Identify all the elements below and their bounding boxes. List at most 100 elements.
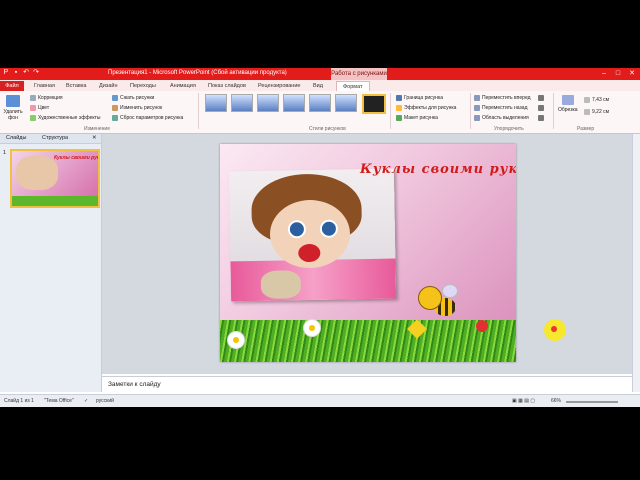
status-slide-count: Слайд 1 из 1 <box>4 398 34 404</box>
bee-wing <box>442 284 458 298</box>
picture-style-5[interactable] <box>309 94 331 112</box>
send-backward-icon <box>474 105 480 111</box>
tab-review[interactable]: Рецензирование <box>258 81 300 91</box>
picture-style-2[interactable] <box>231 94 253 112</box>
tab-view[interactable]: Вид <box>313 81 323 91</box>
minimize-icon[interactable]: – <box>598 69 610 78</box>
quick-access-toolbar: P ▪ ↶ ↷ <box>2 69 40 77</box>
picture-tools-header: Работа с рисунками <box>331 68 387 80</box>
selection-pane-button[interactable]: Область выделения <box>474 115 529 121</box>
compress-icon <box>112 95 118 101</box>
picture-style-3[interactable] <box>257 94 279 112</box>
picture-layout-button[interactable]: Макет рисунка <box>396 115 438 121</box>
tab-file[interactable]: Файл <box>0 81 24 91</box>
compress-pictures-button[interactable]: Сжать рисунки <box>112 95 154 101</box>
notes-placeholder: Заметки к слайду <box>108 381 161 388</box>
powerpoint-window: P ▪ ↶ ↷ Презентация1 - Microsoft PowerPo… <box>0 68 640 407</box>
spellcheck-icon[interactable]: ✓ <box>84 398 88 404</box>
tab-design[interactable]: Дизайн <box>99 81 118 91</box>
width-field[interactable]: 9,22 см <box>584 109 609 115</box>
slide-thumbnail[interactable]: Куклы своими руками <box>10 149 100 208</box>
effects-icon <box>396 105 402 111</box>
save-icon[interactable]: ▪ <box>12 69 20 77</box>
rotate-button[interactable] <box>538 115 544 121</box>
reset-picture-button[interactable]: Сброс параметров рисунка <box>112 115 183 121</box>
view-buttons[interactable]: ▣ ▦ ▤ ▢ <box>512 398 535 404</box>
grass-clipart <box>220 320 516 362</box>
close-icon[interactable]: ✕ <box>626 69 638 78</box>
slide-number: 1 <box>3 150 7 156</box>
panel-tabs: Слайды Структура ✕ <box>0 134 101 144</box>
bee-head <box>418 286 442 310</box>
mouse-cursor-highlight <box>544 319 566 341</box>
group-label-arrange: Упорядочить <box>494 126 524 132</box>
group-label-styles: Стили рисунков <box>309 126 346 132</box>
change-picture-button[interactable]: Изменить рисунок <box>112 105 162 111</box>
zoom-level[interactable]: 66% <box>551 398 561 404</box>
picture-effects-button[interactable]: Эффекты для рисунка <box>396 105 456 111</box>
bee-clipart <box>416 280 458 320</box>
window-title: Презентация1 - Microsoft PowerPoint (Сбо… <box>108 70 287 76</box>
reset-picture-icon <box>112 115 118 121</box>
selection-pane-icon <box>474 115 480 121</box>
send-backward-button[interactable]: Переместить назад <box>474 105 528 111</box>
tab-slides[interactable]: Слайды <box>6 135 26 141</box>
maximize-icon[interactable]: □ <box>612 69 624 78</box>
width-icon <box>584 109 590 115</box>
ribbon-separator <box>470 93 471 129</box>
red-flower <box>476 320 488 332</box>
slide-canvas[interactable]: Куклы своими руками <box>220 144 516 362</box>
group-button[interactable] <box>538 105 544 111</box>
notes-pane[interactable]: Заметки к слайду <box>102 376 632 393</box>
status-bar: Слайд 1 из 1 "Тема Office" ✓ русский ▣ ▦… <box>0 394 640 407</box>
thumbnail-title: Куклы своими руками <box>54 155 100 161</box>
align-button[interactable] <box>538 95 544 101</box>
ribbon-separator <box>198 93 199 129</box>
tab-home[interactable]: Главная <box>34 81 55 91</box>
slides-panel: Слайды Структура ✕ 1 Куклы своими руками <box>0 134 102 392</box>
daisy-flower <box>228 332 244 348</box>
crop-button[interactable]: Обрезка <box>558 95 578 113</box>
color-button[interactable]: Цвет <box>30 105 49 111</box>
tab-animation[interactable]: Анимация <box>170 81 196 91</box>
status-language[interactable]: русский <box>96 398 114 404</box>
picture-style-7[interactable] <box>362 94 386 114</box>
slide-title[interactable]: Куклы своими руками <box>360 162 516 177</box>
rotate-icon <box>538 115 544 121</box>
title-bar: P ▪ ↶ ↷ Презентация1 - Microsoft PowerPo… <box>0 68 640 80</box>
tab-slideshow[interactable]: Показ слайдов <box>208 81 246 91</box>
bring-forward-button[interactable]: Переместить вперед <box>474 95 531 101</box>
tab-insert[interactable]: Вставка <box>66 81 86 91</box>
close-panel-icon[interactable]: ✕ <box>92 135 97 141</box>
tab-transitions[interactable]: Переходы <box>130 81 156 91</box>
zoom-slider[interactable] <box>566 401 618 403</box>
bring-forward-icon <box>474 95 480 101</box>
status-theme: "Тема Office" <box>44 398 74 404</box>
undo-icon[interactable]: ↶ <box>22 69 30 77</box>
remove-background-icon <box>6 95 20 107</box>
change-picture-icon <box>112 105 118 111</box>
artistic-effects-icon <box>30 115 36 121</box>
picture-style-4[interactable] <box>283 94 305 112</box>
color-icon <box>30 105 36 111</box>
picture-style-1[interactable] <box>205 94 227 112</box>
window-controls: – □ ✕ <box>598 69 638 78</box>
ribbon-separator <box>390 93 391 129</box>
picture-style-6[interactable] <box>335 94 357 112</box>
doll-thumbnail <box>16 156 58 190</box>
corrections-button[interactable]: Коррекция <box>30 95 63 101</box>
vertical-scrollbar[interactable] <box>632 134 640 392</box>
layout-icon <box>396 115 402 121</box>
group-label-change: Изменение <box>84 126 110 132</box>
app-icon[interactable]: P <box>2 69 10 77</box>
thumbnail-grass <box>12 196 98 206</box>
remove-background-button[interactable]: Удалить фон <box>2 95 24 121</box>
artistic-effects-button[interactable]: Художественные эффекты <box>30 115 100 121</box>
doll-photo[interactable] <box>228 168 397 302</box>
height-field[interactable]: 7,43 см <box>584 97 609 103</box>
picture-border-button[interactable]: Граница рисунка <box>396 95 443 101</box>
ribbon-separator <box>553 93 554 129</box>
redo-icon[interactable]: ↷ <box>32 69 40 77</box>
tab-outline[interactable]: Структура <box>42 135 68 141</box>
ribbon: Удалить фон Коррекция Цвет Художественны… <box>0 91 640 134</box>
